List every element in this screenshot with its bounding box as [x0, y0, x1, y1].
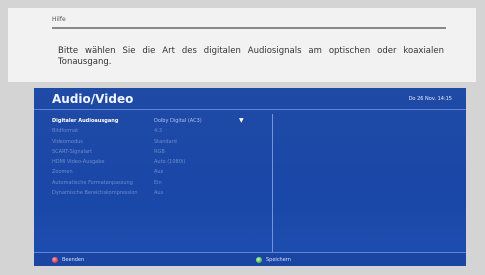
help-text: Bitte wählen Sie die Art des digitalen A… [58, 46, 444, 67]
help-panel: Hilfe Bitte wählen Sie die Art des digit… [8, 8, 476, 82]
setting-label: HDMI Video-Ausgabe [52, 159, 105, 166]
setting-value[interactable]: Aus [154, 167, 163, 177]
setting-value[interactable]: RGB [154, 147, 165, 157]
panel-divider [272, 114, 273, 254]
settings-panel: Audio/Video Do 26 Nov. 14:15 Digitaler A… [34, 88, 466, 266]
setting-label: Dynamische Bereichskompression [52, 190, 138, 197]
save-label: Speichern [266, 257, 291, 263]
setting-row-picture-format[interactable]: Bildformat 4:3 [52, 126, 267, 136]
setting-value[interactable]: Aus [154, 188, 163, 198]
setting-value[interactable]: Auto (1080i) [154, 157, 185, 167]
red-key-icon [52, 256, 58, 263]
setting-label: SCART-Signalart [52, 148, 93, 155]
setting-row-hdmi-output[interactable]: HDMI Video-Ausgabe Auto (1080i) [52, 157, 267, 167]
setting-row-scart-signal[interactable]: SCART-Signalart RGB [52, 147, 267, 157]
settings-list: Digitaler Audioausgang Dolby Digital (AC… [52, 116, 267, 198]
footer-bar: Beenden Speichern [34, 252, 466, 266]
setting-row-digital-audio-output[interactable]: Digitaler Audioausgang Dolby Digital (AC… [52, 116, 267, 126]
setting-label: Videomodus [52, 138, 83, 145]
page-title: Audio/Video [52, 92, 134, 106]
setting-row-auto-format[interactable]: Automatische Formatanpassung Ein [52, 178, 267, 188]
dropdown-arrow-icon[interactable]: ▼ [239, 116, 244, 126]
setting-label: Automatische Formatanpassung [52, 179, 133, 186]
setting-value[interactable]: Standard [154, 137, 177, 147]
panel-header: Audio/Video Do 26 Nov. 14:15 [34, 88, 466, 110]
setting-value[interactable]: Ein [154, 178, 162, 188]
save-button[interactable]: Speichern [256, 256, 291, 264]
green-key-icon [256, 256, 262, 263]
setting-label: Zoomen [52, 169, 73, 176]
exit-button[interactable]: Beenden [52, 256, 84, 264]
date-time: Do 26 Nov. 14:15 [408, 96, 452, 102]
setting-row-dynamic-range[interactable]: Dynamische Bereichskompression Aus [52, 188, 267, 198]
setting-label: Digitaler Audioausgang [52, 118, 119, 124]
help-title: Hilfe [52, 16, 66, 23]
setting-row-video-mode[interactable]: Videomodus Standard [52, 137, 267, 147]
exit-label: Beenden [62, 257, 85, 263]
setting-label: Bildformat [52, 128, 79, 135]
setting-value[interactable]: 4:3 [154, 126, 162, 136]
setting-row-zoom[interactable]: Zoomen Aus [52, 167, 267, 177]
setting-value[interactable]: Dolby Digital (AC3) [154, 116, 202, 126]
help-divider [52, 27, 446, 29]
